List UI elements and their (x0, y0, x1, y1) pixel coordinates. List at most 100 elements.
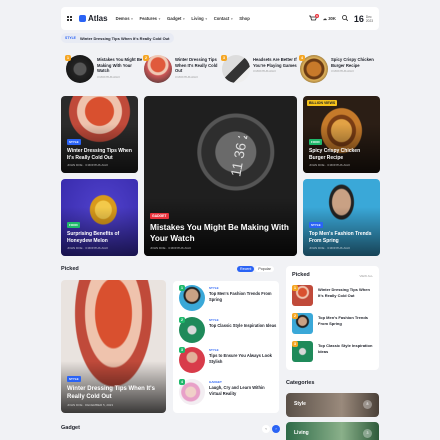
card-meta: JOHN DOE · 3 MONTHS AGO (67, 163, 109, 167)
card-title[interactable]: Mistakes You Might Be Making With Your W… (150, 222, 291, 244)
site-logo[interactable]: Atlas (79, 14, 108, 23)
card-title[interactable]: Winter Dressing Tips When It's Really Co… (67, 148, 132, 161)
tab-popular[interactable]: Popular (255, 266, 274, 272)
category-badge[interactable]: FOOD (309, 139, 322, 146)
list-item[interactable]: 4 GADGET Laugh, Cry and Learn Within Virt… (179, 379, 277, 405)
nav-features[interactable]: Features ▼ (140, 16, 161, 21)
logo-text: Atlas (88, 14, 108, 23)
trending-title: Spicy Crispy Chicken Burger Recipe (331, 57, 374, 68)
nav-contact[interactable]: Contact ▼ (214, 16, 234, 21)
list-category[interactable]: STYLE (209, 286, 277, 290)
sidebar-item[interactable]: 2 Top Men's Fashion Trends From Spring (292, 313, 374, 334)
category-item-style[interactable]: Style 8 (286, 393, 379, 417)
card-overlay: STYLE Winter Dressing Tips When It's Rea… (61, 361, 166, 413)
tab-recent[interactable]: Recent (237, 266, 255, 272)
list-text: STYLE Tips to Ensure You Always Look Styl… (209, 348, 277, 373)
cart-icon[interactable]: 0 (308, 14, 319, 22)
card-overlay: STYLE Top Men's Fashion Trends From Spri… (303, 207, 380, 256)
card-title[interactable]: Winter Dressing Tips When It's Really Co… (67, 385, 160, 401)
trending-text: Spicy Crispy Chicken Burger Recipe 3 MONT… (331, 57, 378, 73)
chevron-down-icon: ▼ (130, 16, 134, 21)
pager-prev[interactable]: ‹ (262, 425, 270, 433)
rank-badge: 2 (292, 313, 298, 319)
sidebar-item-title[interactable]: Top Classic Style Inspiration Ideas (318, 343, 374, 362)
trending-item[interactable]: 3 Headsets Are Better If You're Playing … (221, 55, 300, 83)
list-item[interactable]: 2 STYLE Top Classic Style Inspiration Ide… (179, 317, 277, 343)
trending-item[interactable]: 4 Spicy Crispy Chicken Burger Recipe 3 MO… (299, 55, 378, 83)
news-ticker[interactable]: STYLE Winter Dressing Tips When It's Rea… (61, 33, 175, 43)
trending-title: Winter Dressing Tips When It's Really Co… (175, 57, 218, 74)
nav-shop[interactable]: Shop (239, 16, 249, 21)
menu-grid-icon[interactable] (67, 15, 73, 22)
sidebar-thumb: 2 (292, 313, 313, 334)
category-badge[interactable]: GADGET (150, 213, 169, 219)
nav-living[interactable]: Living ▼ (191, 16, 207, 21)
search-icon[interactable] (341, 15, 348, 22)
card-title[interactable]: Spicy Crispy Chicken Burger Recipe (309, 148, 374, 161)
card-meta: JOHN DOE · DECEMBER 5, 2023 (67, 403, 114, 407)
article-card[interactable]: STYLE Top Men's Fashion Trends From Spri… (303, 179, 380, 256)
page: Atlas Demos ▼ Features ▼ Gadget ▼ Living ▼ C… (0, 0, 440, 440)
category-badge[interactable]: STYLE (309, 222, 323, 229)
rank-badge: 1 (292, 285, 298, 291)
list-item[interactable]: 1 STYLE Top Men's Fashion Trends From Spr… (179, 285, 277, 311)
sidebar-thumb: 3 (292, 341, 313, 362)
pager-next[interactable]: › (272, 425, 280, 433)
list-category[interactable]: GADGET (209, 380, 277, 384)
article-card[interactable]: STYLE Winter Dressing Tips When It's Rea… (61, 96, 138, 173)
cart-count-badge: 0 (315, 14, 319, 18)
list-thumb: 3 (179, 347, 205, 373)
category-count: 8 (363, 400, 372, 409)
trending-meta: 3 MONTHS AGO (253, 69, 276, 74)
category-badge[interactable]: STYLE (67, 376, 81, 382)
chevron-down-icon: ▼ (182, 16, 186, 21)
card-title[interactable]: Surprising Benefits of Honeydew Melon (67, 231, 132, 244)
category-label: Living (294, 430, 309, 436)
list-title[interactable]: Tips to Ensure You Always Look Stylish (209, 353, 277, 364)
trending-item[interactable]: 2 Winter Dressing Tips When It's Really … (143, 55, 222, 83)
category-label: Style (294, 401, 306, 407)
article-card[interactable]: FOOD Surprising Benefits of Honeydew Mel… (61, 179, 138, 256)
list-category[interactable]: STYLE (209, 318, 277, 322)
nav-label: Demos (115, 16, 130, 21)
list-title[interactable]: Laugh, Cry and Learn Within Virtual Real… (209, 385, 277, 396)
trending-text: Mistakes You Might Be Making With Your W… (97, 57, 144, 79)
card-title[interactable]: Top Men's Fashion Trends From Spring (309, 231, 374, 244)
nav-gadget[interactable]: Gadget ▼ (167, 16, 185, 21)
list-thumb: 2 (179, 317, 205, 343)
rank-badge: 3 (221, 55, 227, 61)
category-item-living[interactable]: Living 3 (286, 422, 379, 440)
featured-article-card[interactable]: 11 36 21 GADGET Mistakes You Might Be Ma… (144, 96, 297, 256)
sidebar-item-title[interactable]: Top Men's Fashion Trends From Spring (318, 315, 374, 334)
list-title[interactable]: Top Classic Style Inspiration Ideas (209, 323, 277, 329)
rank-badge: 3 (179, 347, 185, 353)
nav-demos[interactable]: Demos ▼ (116, 16, 134, 21)
picked-list: 1 STYLE Top Men's Fashion Trends From Spr… (173, 281, 279, 413)
section-title-gadget: Gadget (61, 425, 80, 431)
list-item[interactable]: 3 STYLE Tips to Ensure You Always Look St… (179, 347, 277, 373)
trending-item[interactable]: 1 Mistakes You Might Be Making With Your… (65, 55, 144, 83)
view-all-link[interactable]: VIEW ALL (359, 274, 373, 278)
sidebar-item[interactable]: 1 Winter Dressing Tips When It's Really … (292, 285, 374, 306)
trending-thumb: 4 (299, 55, 328, 83)
sidebar-item-title[interactable]: Winter Dressing Tips When It's Really Co… (318, 287, 374, 306)
nav-label: Features (139, 16, 157, 21)
nav-label: Living (191, 16, 204, 21)
logo-mark-icon (79, 15, 86, 22)
picked-feature-card[interactable]: STYLE Winter Dressing Tips When It's Rea… (61, 280, 166, 413)
category-badge[interactable]: STYLE (67, 139, 81, 146)
list-category[interactable]: STYLE (209, 348, 277, 352)
card-meta: JOHN DOE · 3 MONTHS AGO (309, 163, 351, 167)
section-title-categories: Categories (286, 380, 315, 386)
list-title[interactable]: Top Men's Fashion Trends From Spring (209, 291, 277, 302)
gadget-pager: ‹ › (262, 425, 280, 433)
chevron-down-icon: ▼ (157, 16, 161, 21)
card-meta: JOHN DOE · 3 MONTHS AGO (309, 246, 351, 250)
sidebar-item[interactable]: 3 Top Classic Style Inspiration Ideas (292, 341, 374, 362)
trending-title: Headsets Are Better If You're Playing Ga… (253, 57, 297, 68)
article-card[interactable]: BILLION VIEWS FOOD Spicy Crispy Chicken … (303, 96, 380, 173)
category-badge[interactable]: FOOD (67, 222, 80, 229)
site-header: Atlas Demos ▼ Features ▼ Gadget ▼ Living ▼ C… (61, 7, 379, 30)
sidebar-title: Picked (292, 272, 310, 278)
card-meta: JOHN DOE · 3 MONTHS AGO (150, 246, 192, 250)
